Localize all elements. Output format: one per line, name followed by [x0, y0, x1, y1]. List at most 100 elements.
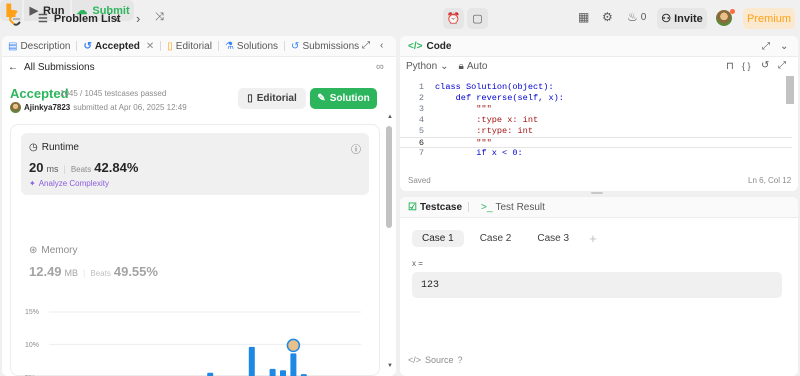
code-brackets-icon: </> — [408, 355, 422, 365]
code-line: 5 :rtype: int — [418, 126, 533, 136]
scroll-up-icon[interactable]: ▲ — [387, 114, 393, 120]
case-tab-3[interactable]: Case 3 — [527, 230, 579, 247]
distribution-bar[interactable] — [248, 346, 255, 376]
streak-counter[interactable]: ♨ 0 — [627, 10, 646, 24]
fire-icon: ♨ — [627, 10, 638, 24]
help-icon: ? — [457, 355, 463, 365]
note-icon: ▢ — [472, 13, 483, 25]
submitter-info: Ajinkya7823 submitted at Apr 06, 2025 12… — [10, 102, 187, 113]
shuffle-icon[interactable]: ⤨ — [155, 11, 164, 24]
tab-test-result[interactable]: >_ Test Result — [481, 202, 545, 213]
auto-mode-toggle[interactable]: 🔒︎ Auto — [459, 61, 488, 72]
problem-list-button[interactable]: ☰ Problem List — [38, 12, 121, 26]
solution-button[interactable]: ✎ Solution — [310, 88, 377, 109]
checkbox-icon: ☑ — [408, 201, 417, 213]
code-line: 3 """ — [418, 104, 492, 114]
analyze-complexity-link[interactable]: ✦ Analyze Complexity — [29, 179, 109, 188]
tab-editorial[interactable]: ▯ Editorial — [167, 41, 212, 52]
collapse-icon[interactable]: ⌄ — [780, 41, 788, 52]
tab-solutions[interactable]: ⚗ Solutions — [225, 41, 278, 52]
runtime-value: 20 ms | Beats 42.84% — [29, 160, 139, 175]
panel-resize-handle[interactable] — [591, 192, 603, 194]
edit-icon: ✎ — [317, 93, 326, 104]
runtime-title: ◷ Runtime — [29, 142, 79, 153]
user-avatar — [10, 102, 21, 113]
distribution-bar[interactable] — [280, 370, 286, 376]
editor-scrollbar[interactable] — [786, 76, 794, 104]
code-header: </> Code ⤢ ⌄ — [400, 36, 798, 57]
variable-label: x = — [412, 259, 423, 268]
distribution-bar[interactable] — [290, 353, 297, 376]
history-icon: ↺ — [291, 40, 300, 52]
runtime-distribution-chart: 15% 10% 5% — [21, 303, 371, 376]
source-link[interactable]: </> Source ? — [408, 355, 463, 365]
testcases-passed: 1045 / 1045 testcases passed — [60, 89, 167, 98]
notes-button[interactable]: ▢ — [467, 8, 488, 29]
variable-input[interactable]: 123 — [412, 272, 782, 298]
notification-dot — [730, 9, 735, 14]
code-line: 7 if x < 0: — [418, 148, 523, 158]
your-submission-marker — [286, 338, 301, 353]
submitted-time: submitted at Apr 06, 2025 12:49 — [73, 103, 187, 112]
scrollbar-thumb[interactable] — [386, 126, 392, 228]
history-icon: ↺ — [83, 40, 92, 52]
settings-gear-icon[interactable]: ⚙ — [602, 10, 613, 24]
document-icon: ▤ — [8, 40, 18, 52]
performance-card: ◷ Runtime ⓘ 20 ms | Beats 42.84% ✦ Analy… — [10, 124, 380, 376]
tab-submissions[interactable]: ↺ Submissions — [291, 41, 359, 52]
scroll-down-icon[interactable]: ▼ — [387, 363, 393, 369]
book-icon: ▯ — [167, 40, 173, 52]
flask-icon: ⚗ — [224, 40, 234, 52]
format-braces-icon[interactable]: { } — [742, 61, 751, 71]
invite-button[interactable]: ⚇ Invite — [657, 8, 707, 29]
add-case-icon[interactable]: + — [589, 231, 597, 246]
leetcode-logo-icon[interactable] — [8, 10, 22, 26]
timer-button[interactable]: ⏰ — [443, 8, 464, 29]
back-arrow-icon: ← — [8, 62, 18, 73]
bookmark-icon[interactable]: ⊓ — [726, 61, 734, 72]
next-problem-icon[interactable]: › — [136, 11, 140, 26]
all-submissions-link[interactable]: ← All Submissions — [8, 62, 95, 73]
close-tab-icon[interactable]: ✕ — [146, 41, 154, 52]
prev-problem-icon[interactable]: ‹ — [115, 11, 119, 26]
distribution-bar[interactable] — [269, 368, 276, 376]
tab-divider — [160, 41, 162, 51]
layout-icon[interactable]: ▦ — [578, 10, 589, 24]
runtime-box[interactable]: ◷ Runtime ⓘ 20 ms | Beats 42.84% ✦ Analy… — [21, 133, 369, 195]
editorial-button[interactable]: ▯ Editorial — [238, 88, 306, 109]
terminal-icon: >_ — [481, 201, 493, 213]
maximize-icon[interactable]: ⤢ — [362, 40, 370, 51]
code-editor[interactable]: 1 class Solution(object): 2 def reverse(s… — [400, 82, 792, 162]
testcase-panel: ☑ Testcase >_ Test Result Case 1 Case 2 … — [400, 197, 798, 376]
case-tab-1[interactable]: Case 1 — [412, 230, 464, 247]
code-brackets-icon: </> — [408, 40, 423, 52]
book-icon: ▯ — [247, 93, 253, 104]
alarm-icon: ⏰ — [446, 13, 461, 25]
separator: | — [63, 164, 66, 174]
tab-divider — [76, 41, 78, 51]
problem-list-label: Problem List — [53, 12, 121, 25]
left-tab-bar: ▤ Description ↺ Accepted ✕ ▯ Editorial ⚗ Solu… — [2, 36, 396, 57]
chart-svg — [49, 311, 361, 376]
editor-toolbar: Python ⌄ 🔒︎ Auto — [406, 61, 487, 72]
link-icon[interactable]: ∞ — [376, 61, 384, 73]
tab-divider — [217, 41, 219, 51]
tab-description[interactable]: ▤ Description — [8, 41, 70, 52]
case-tab-2[interactable]: Case 2 — [470, 230, 522, 247]
case-tabs: Case 1 Case 2 Case 3 + — [412, 230, 597, 247]
collapse-icon[interactable]: ‹ — [380, 40, 383, 51]
username[interactable]: Ajinkya7823 — [24, 103, 70, 112]
tab-testcase[interactable]: ☑ Testcase — [408, 202, 462, 213]
premium-button[interactable]: Premium — [743, 8, 795, 29]
tab-divider — [468, 202, 470, 212]
info-icon[interactable]: ⓘ — [351, 141, 361, 156]
tab-accepted[interactable]: ↺ Accepted ✕ — [83, 41, 154, 52]
expand-icon[interactable]: ⤢ — [778, 60, 786, 71]
cursor-position: Ln 6, Col 12 — [748, 176, 792, 185]
maximize-icon[interactable]: ⤢ — [762, 41, 770, 52]
memory-title[interactable]: ⊛ Memory — [29, 245, 78, 256]
language-select[interactable]: Python ⌄ — [406, 61, 449, 72]
list-icon: ☰ — [38, 13, 48, 25]
reset-icon[interactable]: ↺ — [761, 60, 769, 71]
separator: | — [83, 268, 86, 278]
